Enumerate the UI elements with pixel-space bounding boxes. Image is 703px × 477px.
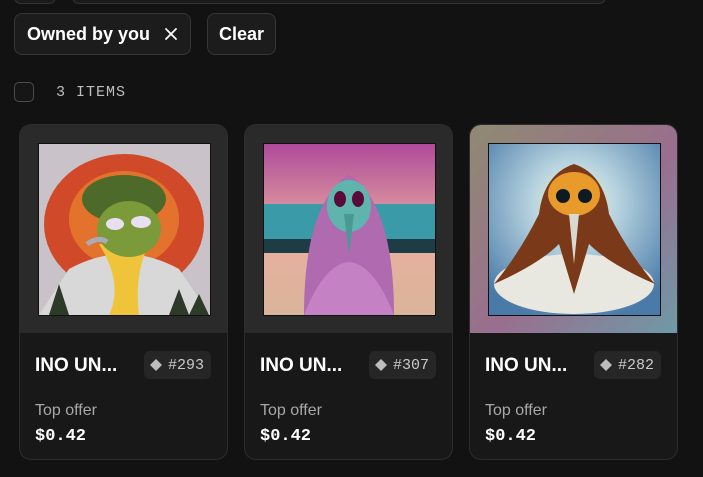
items-grid: INO UN... #293 Top offer $0.42 INO UN...…	[19, 124, 678, 460]
owned-by-you-filter-chip[interactable]: Owned by you	[14, 13, 192, 55]
nft-card-media	[20, 125, 227, 333]
token-id: #307	[392, 356, 429, 374]
nft-name: INO UN...	[485, 355, 568, 376]
nft-card-media	[470, 125, 677, 333]
nft-name: INO UN...	[35, 355, 118, 376]
token-id: #282	[617, 356, 654, 374]
top-offer-value: $0.42	[35, 427, 87, 446]
nft-card-info: INO UN... #282 Top offer $0.42	[470, 333, 677, 459]
token-id-badge: #282	[593, 351, 661, 379]
nft-card-info: INO UN... #307 Top offer $0.42	[245, 333, 452, 459]
top-control-cutoff[interactable]	[14, 0, 56, 4]
nft-name: INO UN...	[260, 355, 343, 376]
nft-card-media	[245, 125, 452, 333]
nft-card[interactable]: INO UN... #282 Top offer $0.42	[469, 124, 678, 460]
top-offer-label: Top offer	[485, 402, 547, 419]
token-id: #293	[167, 356, 204, 374]
clear-filters-button[interactable]: Clear	[207, 13, 277, 55]
nft-card-info: INO UN... #293 Top offer $0.42	[20, 333, 227, 459]
top-offer-label: Top offer	[260, 402, 322, 419]
nft-artwork-image	[39, 144, 210, 315]
top-offer-value: $0.42	[260, 427, 312, 446]
active-filters: Owned by you Clear	[14, 13, 277, 55]
diamond-icon	[599, 359, 612, 371]
search-bar-cutoff[interactable]	[72, 0, 606, 4]
top-offer-value: $0.42	[485, 427, 537, 446]
close-icon[interactable]	[164, 27, 178, 41]
select-all-checkbox[interactable]	[14, 82, 34, 102]
owned-by-you-label: Owned by you	[27, 23, 151, 44]
top-offer-label: Top offer	[35, 402, 97, 419]
nft-artwork-image	[264, 144, 435, 315]
token-id-badge: #307	[368, 351, 436, 379]
nft-card[interactable]: INO UN... #307 Top offer $0.42	[244, 124, 453, 460]
items-count: 3 ITEMS	[56, 83, 127, 101]
items-toolbar: 3 ITEMS	[14, 82, 126, 102]
diamond-icon	[374, 359, 387, 371]
diamond-icon	[149, 359, 162, 371]
nft-artwork-image	[489, 144, 660, 315]
nft-card[interactable]: INO UN... #293 Top offer $0.42	[19, 124, 228, 460]
token-id-badge: #293	[143, 351, 211, 379]
